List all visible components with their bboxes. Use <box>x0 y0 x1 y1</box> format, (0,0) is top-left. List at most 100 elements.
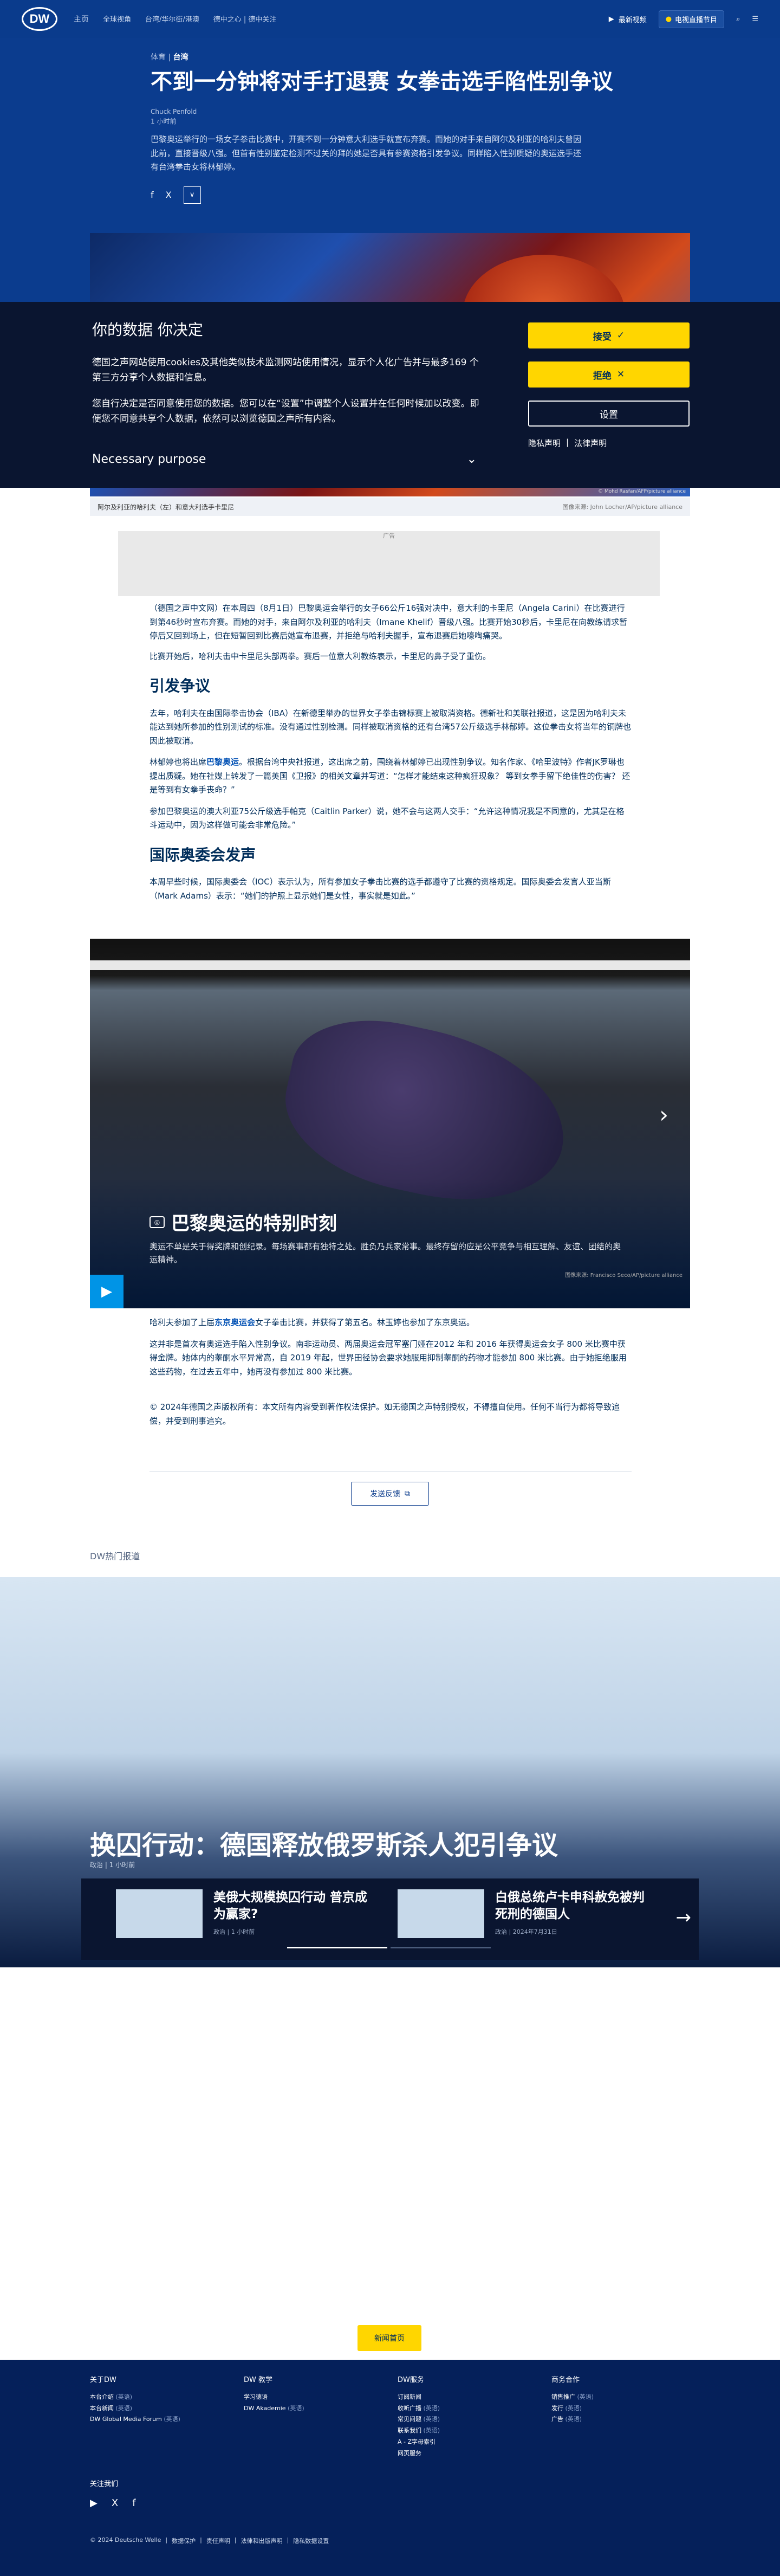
footer-link[interactable]: 联系我们 (英语) <box>398 2425 440 2437</box>
paris-olympics-link[interactable]: 巴黎奥运 <box>206 757 239 767</box>
feedback-label: 发送反馈 <box>370 1490 400 1499</box>
link-separator: | <box>566 437 569 447</box>
nav-home[interactable]: 主页 <box>74 14 89 24</box>
author-name[interactable]: Chuck Penfold <box>151 107 633 117</box>
footer-link[interactable]: DW Akademie (英语) <box>244 2403 304 2414</box>
external-icon: ⧉ <box>405 1489 410 1498</box>
legal-links: © 2024 Deutsche Welle | 数据保护 | 责任声明 | 法律… <box>90 2536 329 2545</box>
dw-logo[interactable]: DW <box>22 7 57 31</box>
teaser-section: 政治 <box>495 1928 507 1936</box>
data-protection-link[interactable]: 数据保护 <box>172 2536 196 2545</box>
necessary-purpose-toggle[interactable]: Necessary purpose ⌄ <box>92 453 477 466</box>
featured-title[interactable]: 换囚行动：德国释放俄罗斯杀人犯引争议 <box>90 1824 558 1862</box>
teaser-card[interactable]: 白俄总统卢卡申科赦免被判死刑的德国人 政治 | 2024年7月31日 <box>398 1889 652 1938</box>
settings-button[interactable]: 设置 <box>528 401 690 427</box>
paragraph: 去年，哈利夫在由国际拳击协会（IBA）在新德里举办的世界女子拳击锦标赛上被取消资… <box>150 708 632 746</box>
footer-link[interactable]: 网页服务 <box>398 2448 440 2459</box>
carousel-dot-active[interactable] <box>287 1947 387 1948</box>
footer-link[interactable]: 常见问题 (英语) <box>398 2414 440 2425</box>
teaser-carousel: 美俄大规模换囚行动 普京成为赢家? 政治 | 1 小时前 白俄总统卢卡申科赦免被… <box>81 1878 699 1960</box>
paragraph: 这并非是首次有奥运选手陷入性别争议。南非运动员、两届奥运会冠军塞门娅在2012 … <box>150 1339 627 1377</box>
footer-heading: DW 教学 <box>244 2376 272 2384</box>
nav-item-germany[interactable]: 德中之心 | 德中关注 <box>213 14 277 24</box>
youtube-icon[interactable]: ▶ <box>90 2497 98 2509</box>
search-icon[interactable]: ⌕ <box>736 15 740 23</box>
legal-separator: | <box>234 2536 237 2543</box>
ad-label: 广告 <box>383 532 395 539</box>
teaser-time: 2024年7月31日 <box>512 1928 557 1936</box>
check-icon: ✓ <box>616 330 625 341</box>
article-body-continued: 哈利夫参加了上届东京奥运会女子拳击比赛，并获得了第五名。林玉婷也参加了东京奥运。… <box>150 1316 632 1428</box>
gallery-title: ◎ 巴黎奥运的特别时刻 <box>150 1209 337 1235</box>
social-links: ▶ X f <box>90 2497 136 2509</box>
footer-link[interactable]: DW Global Media Forum (英语) <box>90 2414 180 2425</box>
tokyo-olympics-link[interactable]: 东京奥运会 <box>214 1318 255 1327</box>
cookie-links: 隐私声明 | 法律声明 <box>528 437 607 449</box>
disclaimer-link[interactable]: 责任声明 <box>206 2536 230 2545</box>
footer-link[interactable]: A - Z字母索引 <box>398 2437 440 2448</box>
cookie-text-2: 您自行决定是否同意使用您的数据。您可以在“设置”中调整个人设置并在任何时候加以改… <box>92 398 479 425</box>
ad-slot[interactable]: 广告 <box>118 531 660 596</box>
footer-link[interactable]: 收听广播 (英语) <box>398 2403 440 2414</box>
menu-icon[interactable]: ☰ <box>752 15 758 23</box>
footer-link[interactable]: 订阅新闻 <box>398 2392 440 2403</box>
footer-link[interactable]: 本台新闻 (英语) <box>90 2403 180 2414</box>
article-lead: 巴黎奥运举行的一场女子拳击比赛中，开赛不到一分钟意大利选手就宣布弃赛。而她的对手… <box>151 134 582 172</box>
latest-videos-link[interactable]: ▶ 最新视频 <box>609 14 647 24</box>
footer-col-about: 关于DW 本台介绍 (英语) 本台新闻 (英语) DW Global Media… <box>90 2374 180 2425</box>
footer-link[interactable]: 发行 (英语) <box>551 2403 594 2414</box>
breadcrumb-region[interactable]: 台湾 <box>173 53 188 62</box>
paragraph: 本周早些时候，国际奥委会（IOC）表示认为，所有参加女子拳击比赛的选手都遵守了比… <box>150 877 611 901</box>
imprint-link[interactable]: 法律和出版声明 <box>241 2536 283 2545</box>
privacy-link[interactable]: 隐私声明 <box>528 437 561 449</box>
paragraph: 比赛开始后，哈利夫击中卡里尼头部两拳。赛后一位意大利教练表示，卡里尼的鼻子受了重… <box>150 651 491 661</box>
breadcrumb-separator: | <box>168 53 171 62</box>
footer-heading: 商务合作 <box>551 2376 580 2384</box>
image-credit: © Mohd Rasfan/AFP/picture alliance <box>598 489 686 494</box>
paragraph: 林郁婷也将出席巴黎奥运。根据台湾中央社报道，这出席之前，围绕着林郁婷已出现性别争… <box>150 756 632 797</box>
x-twitter-icon[interactable]: X <box>166 190 172 200</box>
footer-link[interactable]: 广告 (英语) <box>551 2414 594 2425</box>
facebook-icon[interactable]: f <box>132 2497 135 2509</box>
image-caption: 阿尔及利亚的哈利夫（左）和意大利选手卡里尼 图像来源: John Locher/… <box>90 498 690 516</box>
facebook-icon[interactable]: f <box>151 190 154 200</box>
close-icon: ✕ <box>616 369 625 380</box>
breadcrumb-section[interactable]: 体育 <box>151 53 166 62</box>
footer-col-business: 商务合作 销售推广 (英语) 发行 (英语) 广告 (英语) <box>551 2374 594 2425</box>
accept-button[interactable]: 接受 ✓ <box>528 322 690 348</box>
legal-separator: | <box>200 2536 202 2543</box>
copyright: © 2024 Deutsche Welle <box>90 2536 161 2543</box>
feedback-button[interactable]: 发送反馈 ⧉ <box>351 1482 429 1506</box>
live-dot-icon: ● <box>665 15 672 23</box>
featured-meta: 政治 | 1 小时前 <box>90 1861 135 1869</box>
camera-icon: ◎ <box>150 1216 165 1228</box>
reject-button[interactable]: 拒绝 ✕ <box>528 361 690 388</box>
featured-section: 政治 <box>90 1861 103 1869</box>
nav-item-global[interactable]: 全球视角 <box>103 14 131 24</box>
page-title: 不到一分钟将对手打退赛 女拳击选手陷性别争议 <box>151 69 613 94</box>
nav-item-taiwan[interactable]: 台湾/华尔街/港澳 <box>145 14 199 24</box>
chevron-right-icon[interactable]: › <box>659 1101 668 1128</box>
news-home-button[interactable]: 新闻首页 <box>358 2325 421 2351</box>
footer-link[interactable]: 本台介绍 (英语) <box>90 2392 180 2403</box>
balance-beam-shape <box>90 960 690 970</box>
legal-separator: | <box>287 2536 289 2543</box>
share-more-button[interactable]: ∨ <box>183 186 201 204</box>
live-tv-button[interactable]: ● 电视直播节目 <box>658 10 725 28</box>
teaser-title: 白俄总统卢卡申科赦免被判死刑的德国人 <box>495 1890 645 1922</box>
paragraph: 哈利夫参加了上届东京奥运会女子拳击比赛，并获得了第五名。林玉婷也参加了东京奥运。 <box>150 1316 632 1330</box>
teaser-meta: 政治 | 1 小时前 <box>213 1928 255 1936</box>
teaser-card[interactable]: 美俄大规模换囚行动 普京成为赢家? 政治 | 1 小时前 <box>116 1889 370 1938</box>
legal-link[interactable]: 法律声明 <box>574 437 607 449</box>
olympics-gallery[interactable]: ◎ 巴黎奥运的特别时刻 奥运不单是关于得奖牌和创纪录。每场赛事都有独特之处。胜负… <box>90 939 690 1308</box>
footer-link[interactable]: 销售推广 (英语) <box>551 2392 594 2403</box>
x-twitter-icon[interactable]: X <box>112 2497 118 2509</box>
carousel-dot[interactable] <box>391 1947 491 1948</box>
footer-link[interactable]: 学习德语 <box>244 2392 304 2403</box>
teaser-thumbnail <box>116 1889 203 1938</box>
privacy-settings-link[interactable]: 隐私数据设置 <box>293 2536 329 2545</box>
play-icon[interactable]: ▶ <box>90 1275 123 1308</box>
arrow-right-icon[interactable]: → <box>676 1907 692 1928</box>
footer-col-learn: DW 教学 学习德语 DW Akademie (英语) <box>244 2374 304 2414</box>
cookie-title: 你的数据 你决定 <box>92 321 203 339</box>
